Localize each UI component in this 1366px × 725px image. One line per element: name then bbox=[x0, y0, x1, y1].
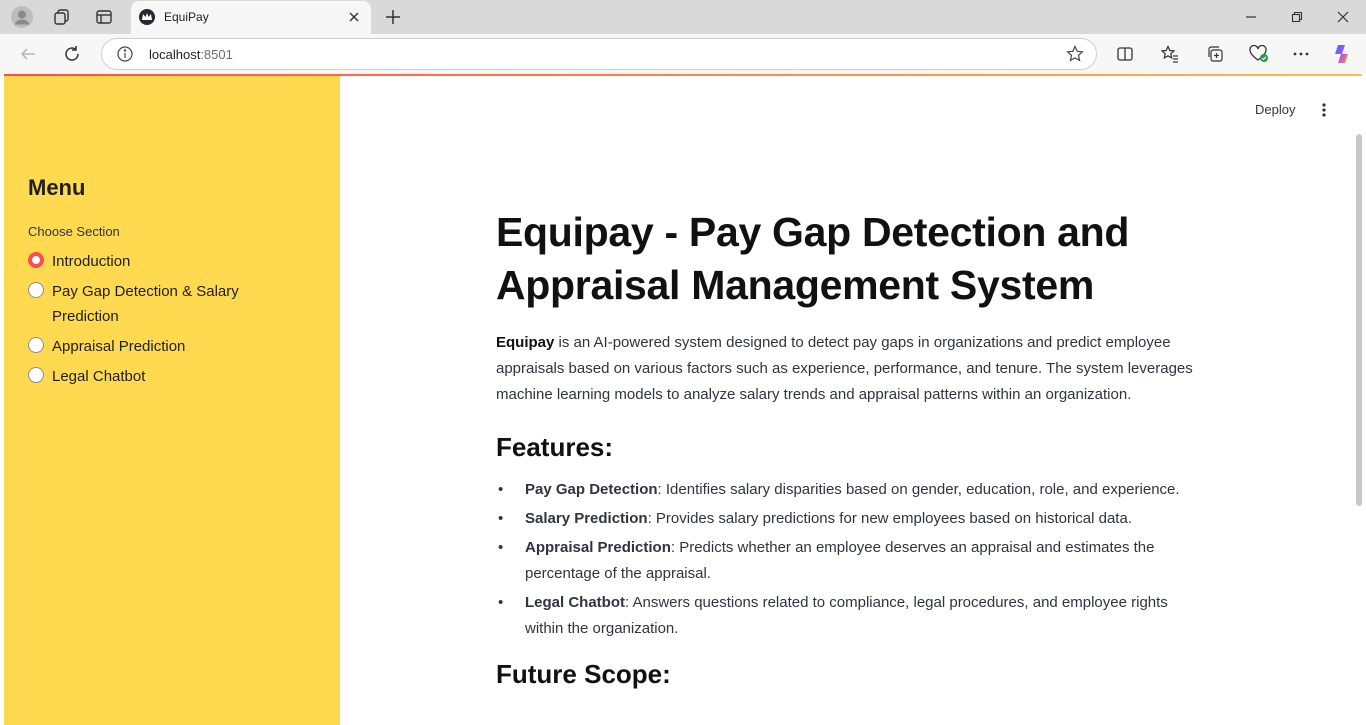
profile-icon[interactable] bbox=[10, 5, 34, 29]
refresh-icon[interactable] bbox=[60, 42, 84, 66]
radio-option-appraisal-prediction[interactable]: Appraisal Prediction bbox=[28, 334, 278, 359]
feature-desc: : Identifies salary disparities based on… bbox=[657, 481, 1180, 498]
back-icon[interactable] bbox=[16, 42, 40, 66]
tab-equipay[interactable]: EquiPay bbox=[131, 1, 371, 34]
address-bar[interactable]: localhost:8501 bbox=[101, 38, 1097, 70]
url-host: localhost bbox=[149, 47, 201, 62]
intro-bold-name: Equipay bbox=[496, 334, 555, 351]
streamlit-favicon-icon bbox=[139, 9, 155, 25]
browser-essentials-icon[interactable] bbox=[1247, 42, 1271, 66]
url-text: localhost:8501 bbox=[149, 47, 233, 62]
minimize-icon[interactable] bbox=[1241, 7, 1261, 27]
deploy-button[interactable]: Deploy bbox=[1255, 102, 1295, 117]
streamlit-app: Menu Choose Section Introduction Pay Gap… bbox=[4, 74, 1362, 725]
page-title: Equipay - Pay Gap Detection and Appraisa… bbox=[496, 209, 1130, 308]
favorite-star-icon[interactable] bbox=[1066, 45, 1084, 63]
tab-close-icon[interactable] bbox=[345, 8, 363, 26]
feature-name: Appraisal Prediction bbox=[525, 539, 671, 556]
collections-icon[interactable] bbox=[1203, 42, 1227, 66]
new-tab-icon[interactable] bbox=[381, 5, 405, 29]
radio-selected-icon[interactable] bbox=[28, 252, 44, 268]
sidebar: Menu Choose Section Introduction Pay Gap… bbox=[4, 74, 340, 725]
feature-item: Salary Prediction: Provides salary predi… bbox=[496, 506, 1196, 532]
site-info-icon[interactable] bbox=[116, 45, 134, 63]
features-heading: Features: bbox=[496, 432, 614, 462]
main-menu-icon[interactable] bbox=[1314, 100, 1334, 120]
feature-item: Legal Chatbot: Answers questions related… bbox=[496, 590, 1196, 642]
tab-actions-icon[interactable] bbox=[92, 5, 116, 29]
future-scope-heading: Future Scope: bbox=[496, 659, 671, 689]
radio-group-label: Choose Section bbox=[28, 224, 120, 239]
window-close-icon[interactable] bbox=[1333, 7, 1353, 27]
copilot-icon[interactable] bbox=[1331, 42, 1355, 66]
sidebar-title: Menu bbox=[28, 175, 86, 200]
browser-tab-bar: EquiPay bbox=[0, 0, 1366, 34]
tab-title: EquiPay bbox=[164, 10, 209, 24]
radio-option-label: Legal Chatbot bbox=[52, 368, 146, 385]
radio-option-introduction[interactable]: Introduction bbox=[28, 249, 278, 274]
radio-option-legal-chatbot[interactable]: Legal Chatbot bbox=[28, 364, 278, 389]
radio-option-label: Appraisal Prediction bbox=[52, 338, 186, 355]
split-screen-icon[interactable] bbox=[1113, 42, 1137, 66]
section-radio-group: Introduction Pay Gap Detection & Salary … bbox=[28, 249, 278, 394]
settings-more-icon[interactable] bbox=[1289, 42, 1313, 66]
radio-unselected-icon[interactable] bbox=[28, 337, 44, 353]
radio-unselected-icon[interactable] bbox=[28, 367, 44, 383]
feature-desc: : Provides salary predictions for new em… bbox=[647, 510, 1132, 527]
restore-icon[interactable] bbox=[1287, 7, 1307, 27]
intro-paragraph: Equipay is an AI-powered system designed… bbox=[496, 330, 1196, 408]
main-content-area: Deploy Equipay - Pay Gap Detection and A… bbox=[340, 74, 1362, 725]
features-list: Pay Gap Detection: Identifies salary dis… bbox=[496, 477, 1196, 642]
browser-toolbar: localhost:8501 bbox=[0, 34, 1366, 74]
radio-option-pay-gap-salary[interactable]: Pay Gap Detection & Salary Prediction bbox=[28, 279, 278, 329]
radio-option-label: Introduction bbox=[52, 253, 131, 270]
feature-item: Pay Gap Detection: Identifies salary dis… bbox=[496, 477, 1196, 503]
feature-name: Salary Prediction bbox=[525, 510, 648, 527]
workspaces-icon[interactable] bbox=[50, 5, 74, 29]
vertical-scrollbar[interactable] bbox=[1356, 134, 1362, 506]
feature-name: Pay Gap Detection bbox=[525, 481, 658, 498]
page-content: Equipay - Pay Gap Detection and Appraisa… bbox=[496, 206, 1196, 691]
intro-text: is an AI-powered system designed to dete… bbox=[496, 334, 1193, 403]
header-decoration bbox=[4, 74, 1362, 76]
feature-name: Legal Chatbot bbox=[525, 594, 625, 611]
favorites-icon[interactable] bbox=[1158, 42, 1182, 66]
radio-unselected-icon[interactable] bbox=[28, 282, 44, 298]
feature-item: Appraisal Prediction: Predicts whether a… bbox=[496, 535, 1196, 587]
radio-option-label: Pay Gap Detection & Salary Prediction bbox=[52, 283, 239, 325]
url-port: :8501 bbox=[200, 47, 233, 62]
